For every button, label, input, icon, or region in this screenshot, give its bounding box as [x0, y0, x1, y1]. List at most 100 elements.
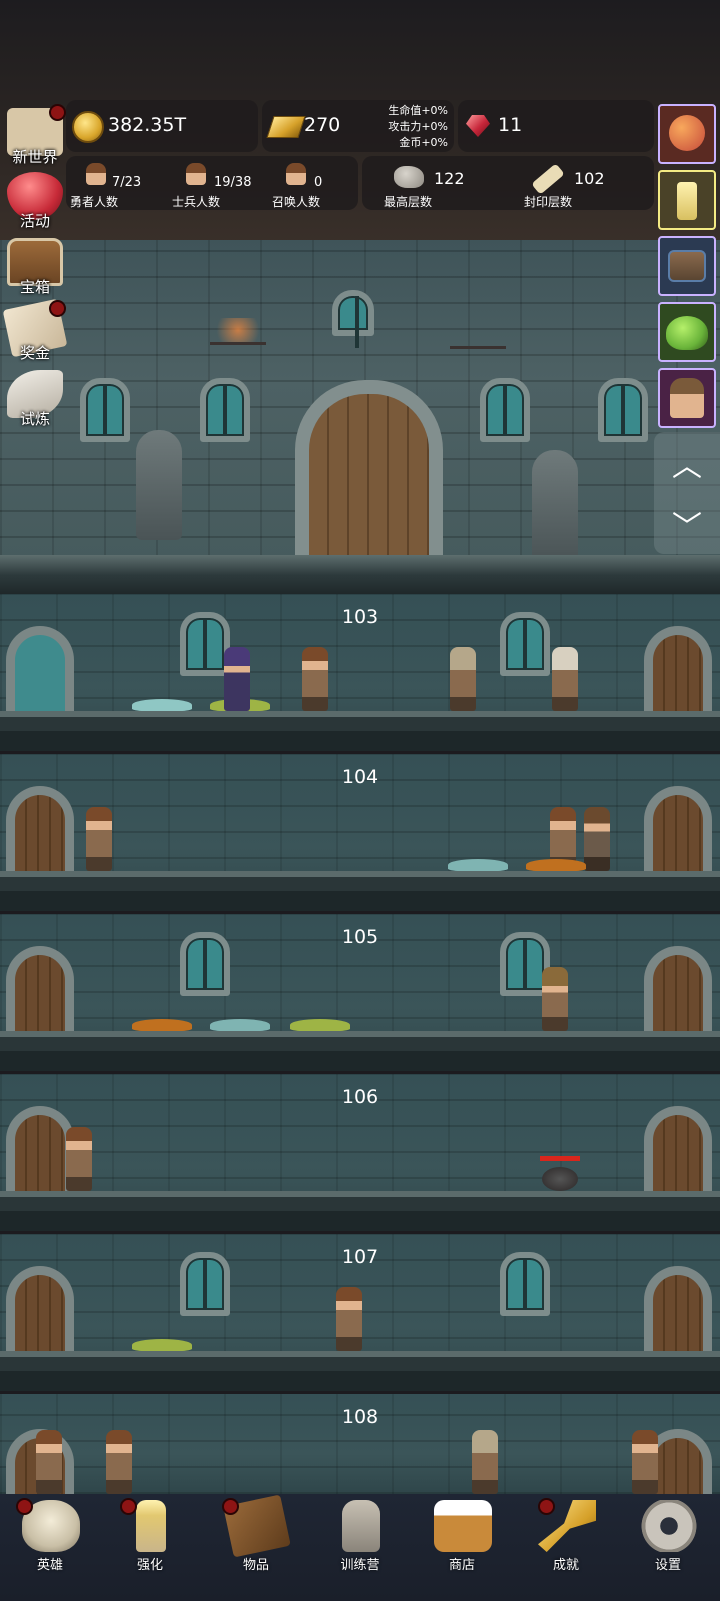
tab-training-camp-label: 训练营 [340, 1558, 380, 1573]
dungeon-floor-108[interactable]: 108 [0, 1394, 720, 1514]
notification-badge [222, 1498, 239, 1515]
trial-label: 试炼 [19, 410, 50, 428]
knight-hero [450, 647, 476, 711]
hero-count: 7/23 [112, 175, 142, 190]
tab-heroes-label: 英雄 [36, 1558, 63, 1573]
soldier-head-icon [186, 163, 206, 185]
exit-door [644, 1266, 712, 1351]
tab-settings-label: 设置 [654, 1558, 681, 1573]
floor-number: 103 [341, 606, 379, 628]
enemy-hp-bar [540, 1156, 580, 1161]
new-world-label: 新世界 [12, 148, 58, 166]
orange-fruit-icon [669, 115, 705, 151]
trial-button[interactable]: 试炼 [2, 366, 68, 432]
exit-door [644, 626, 712, 711]
floor-window [500, 1252, 550, 1316]
event-button[interactable]: 活动 [2, 168, 68, 234]
slime-puddle [132, 1339, 192, 1351]
tab-training-camp[interactable]: 训练营 [310, 1494, 410, 1573]
entry-door [6, 1106, 74, 1191]
summon-head-icon [286, 163, 306, 185]
lantern-icon [342, 1500, 380, 1552]
castle-window [332, 290, 374, 348]
pirate-hero [584, 807, 610, 871]
notification-badge [538, 1498, 555, 1515]
floor-window [500, 612, 550, 676]
hp-bonus: 生命值+0% [388, 104, 448, 117]
mimic-chest-icon [668, 250, 706, 282]
right-card-slime[interactable] [658, 302, 716, 362]
tab-shop[interactable]: 商店 [412, 1494, 512, 1573]
castle-window [598, 378, 648, 442]
floor-stats-panel: 122 最高层数 102 封印层数 [362, 156, 654, 210]
treasure-chest-button[interactable]: 宝箱 [2, 234, 68, 300]
hooded-hero-icon [670, 378, 704, 418]
slime-puddle [132, 699, 192, 711]
stone-icon [394, 166, 424, 188]
spider-enemy[interactable] [542, 1167, 578, 1191]
candle-icon [677, 182, 697, 220]
gem-panel: 11 [458, 100, 654, 152]
castle-window [80, 378, 130, 442]
right-card-mimic[interactable] [658, 236, 716, 296]
tab-upgrade-label: 强化 [136, 1558, 163, 1573]
new-world-button[interactable]: 新世界 [2, 104, 68, 170]
dungeon-floor-105[interactable]: 105 [0, 914, 720, 1071]
right-card-hero[interactable] [658, 368, 716, 428]
scroll-up-icon[interactable]: ︿ [672, 441, 702, 485]
summon-count: 0 [314, 175, 323, 190]
warrior-hero [302, 647, 328, 711]
coin-amount: 382.35T [108, 114, 187, 136]
floor-number: 105 [341, 926, 379, 948]
notification-badge [49, 300, 66, 317]
candle-icon [136, 1500, 166, 1552]
floor-ground [0, 1031, 720, 1071]
knight-hero [472, 1430, 498, 1494]
castle-window [480, 378, 530, 442]
entry-door [6, 786, 74, 871]
tab-achievements[interactable]: 成就 [516, 1494, 616, 1573]
chandelier-lit [210, 318, 266, 345]
coin-bonus: 金币+0% [399, 136, 448, 149]
dungeon-floor-107[interactable]: 107 [0, 1234, 720, 1391]
ruby-icon [466, 115, 490, 137]
notification-badge [16, 1498, 33, 1515]
floor-window [180, 1252, 230, 1316]
tab-settings[interactable]: 设置 [618, 1494, 718, 1573]
scroll-icon [531, 163, 565, 195]
floor-ground [0, 1191, 720, 1231]
warrior-hero [66, 1127, 92, 1191]
warrior-hero [632, 1430, 658, 1494]
castle-floor [0, 555, 720, 595]
warrior-hero [36, 1430, 62, 1494]
beer-mug-icon [434, 1500, 492, 1552]
right-card-candle[interactable] [658, 170, 716, 230]
right-card-fruit[interactable] [658, 104, 716, 164]
gold-panel: 270 生命值+0% 攻击力+0% 金币+0% [262, 100, 454, 152]
tab-items[interactable]: 物品 [206, 1494, 306, 1573]
tab-items-label: 物品 [242, 1558, 269, 1573]
warrior-hero [86, 807, 112, 871]
dungeon-entrance-door[interactable] [295, 380, 443, 569]
floor-number: 107 [341, 1246, 379, 1268]
soldier-count-label: 士兵人数 [172, 195, 221, 209]
bonus-button[interactable]: 奖金 [2, 298, 68, 366]
entry-door [6, 1266, 74, 1351]
dungeon-floor-106[interactable]: 106 [0, 1074, 720, 1231]
coin-icon [72, 111, 104, 143]
green-slime-icon [666, 316, 708, 350]
warrior-hero [336, 1287, 362, 1351]
floor-window [180, 612, 230, 676]
dungeon-floor-104[interactable]: 104 [0, 754, 720, 911]
dungeon-floor-103[interactable]: 103 [0, 594, 720, 751]
tab-shop-label: 商店 [448, 1558, 475, 1573]
tab-heroes[interactable]: 英雄 [0, 1494, 100, 1573]
knight-statue [136, 430, 182, 540]
scroll-down-icon[interactable]: ﹀ [672, 502, 702, 546]
exit-door [644, 946, 712, 1031]
hero-head-icon [86, 163, 106, 185]
tab-upgrade[interactable]: 强化 [100, 1494, 200, 1573]
slime-puddle [526, 859, 586, 871]
bottom-navigation: 英雄 强化 物品 训练营 商店 成就 设置 [0, 1494, 720, 1601]
max-floor-label: 最高层数 [384, 195, 433, 209]
